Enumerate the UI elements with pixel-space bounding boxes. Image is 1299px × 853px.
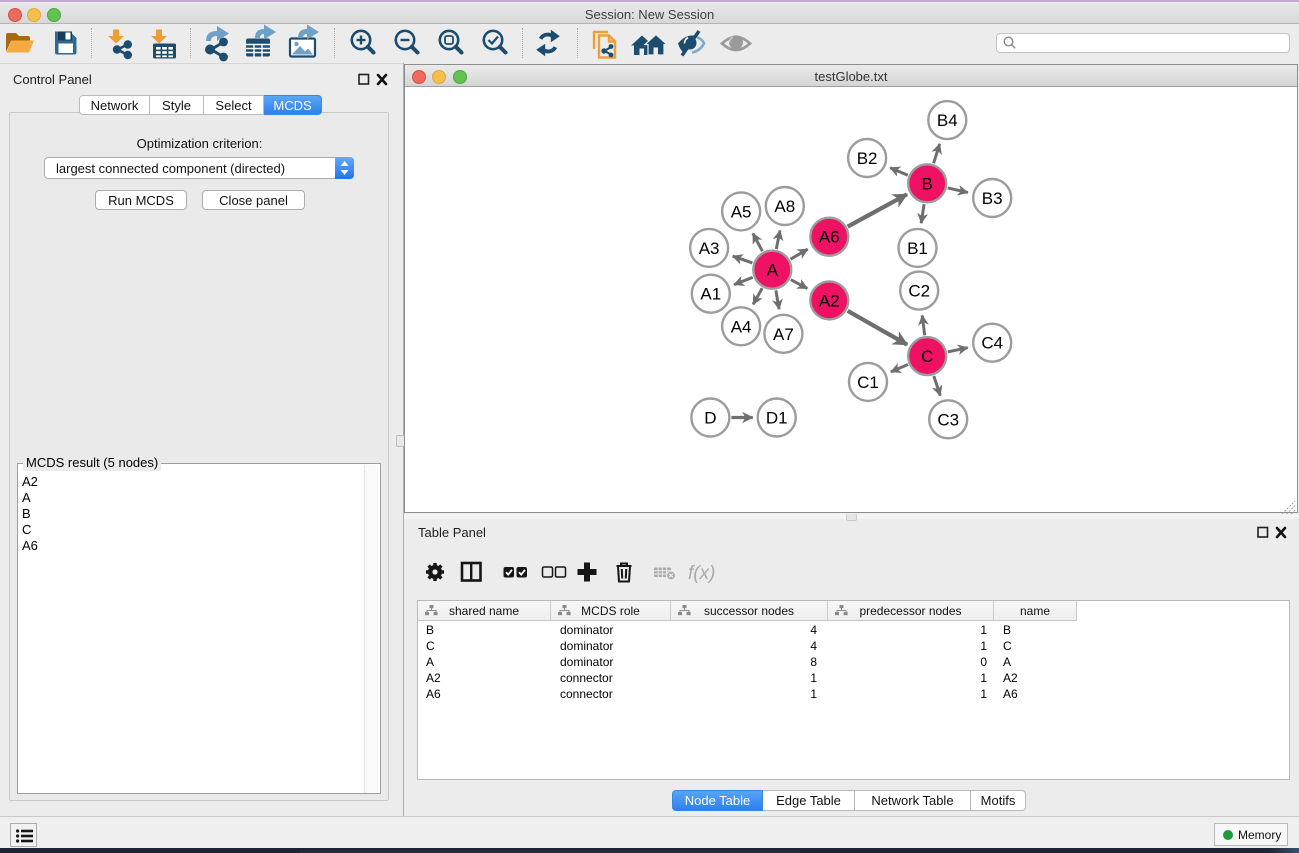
svg-text:A8: A8 [774, 197, 795, 216]
svg-text:B: B [922, 174, 933, 193]
svg-text:C1: C1 [857, 373, 879, 392]
svg-text:A1: A1 [700, 285, 721, 304]
svg-text:B3: B3 [982, 189, 1003, 208]
svg-text:A6: A6 [819, 228, 840, 247]
svg-text:C2: C2 [908, 282, 930, 301]
svg-text:D1: D1 [766, 409, 788, 428]
svg-text:A7: A7 [773, 325, 794, 344]
svg-text:B2: B2 [857, 149, 878, 168]
svg-text:A5: A5 [731, 202, 752, 221]
svg-text:f(x): f(x) [688, 563, 715, 584]
svg-text:A3: A3 [699, 239, 720, 258]
svg-text:C4: C4 [981, 334, 1003, 353]
svg-text:C: C [921, 347, 933, 366]
svg-text:A4: A4 [731, 317, 752, 336]
svg-text:A: A [767, 261, 779, 280]
svg-text:C3: C3 [937, 410, 959, 429]
svg-text:B1: B1 [907, 239, 928, 258]
svg-text:D: D [704, 409, 716, 428]
svg-text:B4: B4 [937, 111, 958, 130]
svg-text:A2: A2 [819, 291, 840, 310]
